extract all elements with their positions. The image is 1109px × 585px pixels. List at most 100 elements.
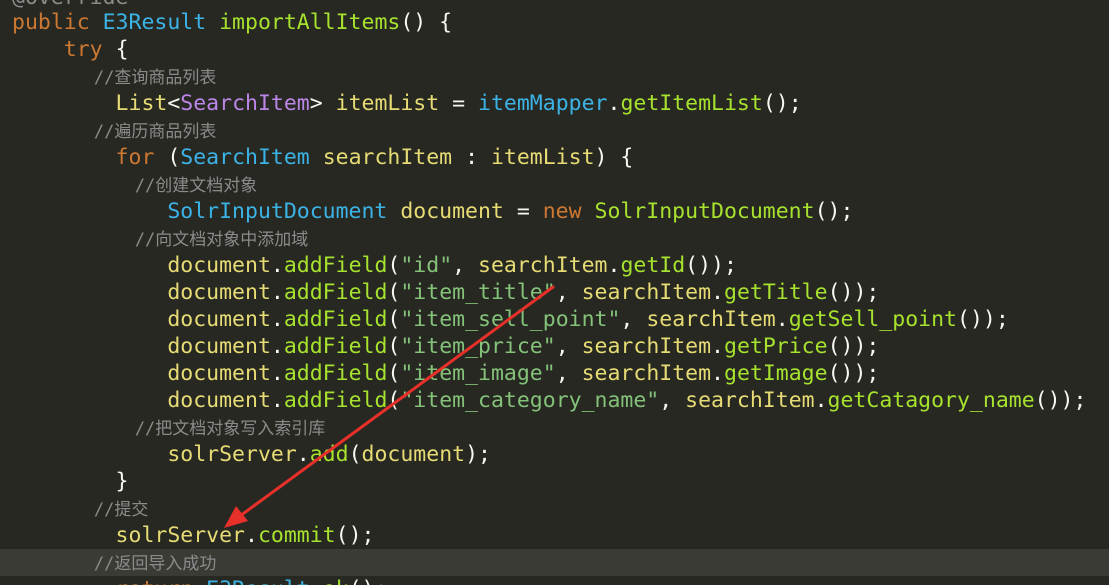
code-token: , [555,334,582,359]
code-token: "item_price" [400,334,556,359]
code-token: . [270,253,284,278]
code-token: . [270,280,284,305]
code-line: document.addField("item_title", searchIt… [12,279,879,306]
code-token: "item_category_name" [400,388,660,413]
code-token: ( [387,280,401,305]
code-token: ( [387,307,401,332]
code-token: addField [283,253,388,278]
code-comment: //返回导入成功 [12,554,217,574]
code-token: List [12,91,168,116]
code-token: , [555,361,582,386]
code-line: for (SearchItem searchItem : itemList) { [12,144,634,171]
code-line: List<SearchItem> itemList = itemMapper.g… [12,90,802,117]
code-token: E3Result [206,577,310,585]
code-token: itemList [335,91,453,116]
code-token: . [310,577,323,585]
code-token: (); [335,523,375,548]
code-line: } [12,468,129,495]
code-token: document [400,199,517,224]
code-token: ( [167,145,181,170]
code-token: add [309,442,349,467]
code-token: . [296,442,310,467]
code-token: E3Result [102,10,220,35]
code-token: itemList [490,145,595,170]
code-token: try [12,37,116,62]
code-line: //创建文档对象 [12,171,257,198]
code-token: ()); [827,361,880,386]
code-token: . [711,361,724,386]
code-token: addField [283,280,388,305]
code-token: , [452,253,479,278]
code-line: solrServer.commit(); [12,522,375,549]
code-token: . [775,307,789,332]
code-token: . [270,361,284,386]
code-token: searchItem [581,361,712,386]
code-token: ( [348,442,362,467]
code-token: . [270,334,284,359]
code-line: public E3Result importAllItems() { [12,9,452,36]
code-token: ()); [1034,388,1087,413]
code-token: getImage [724,361,828,386]
code-token: SearchItem [180,145,323,170]
code-comment: //提交 [12,500,149,520]
code-token: . [245,523,258,548]
code-token: SearchItem [180,91,310,116]
code-token: . [270,307,284,332]
code-token: ( [387,334,401,359]
code-token: (); [814,199,854,224]
code-token: addField [283,334,388,359]
code-token: addField [283,361,388,386]
code-token: addField [283,307,388,332]
code-comment: //向文档对象中添加域 [12,230,309,250]
code-token: return [12,577,206,585]
code-token: document [12,307,271,332]
code-token: document [12,280,271,305]
code-token: getPrice [724,334,828,359]
code-token: = [516,199,543,224]
code-token: < [167,91,181,116]
code-line: try { [12,36,129,63]
code-token: ()); [827,280,880,305]
code-line: return E3Result.ok(); [12,576,388,585]
code-line: //向文档对象中添加域 [12,225,308,252]
code-token: searchItem [685,388,815,413]
code-token: addField [283,388,388,413]
code-token: , [620,307,647,332]
code-comment: //查询商品列表 [12,68,217,88]
code-token: solrServer [12,523,245,548]
code-token: searchItem [646,307,776,332]
code-comment: //把文档对象写入索引库 [12,419,326,439]
code-line: //提交 [12,495,148,522]
code-token: searchItem [581,280,712,305]
code-token: getItemList [620,91,763,116]
code-token: getCatagory_name [827,388,1035,413]
code-token: ( [387,253,401,278]
code-token: document [12,334,271,359]
code-token: solrServer [12,442,297,467]
code-token: ()); [685,253,737,278]
code-token: { [115,37,129,62]
code-token: searchItem [322,145,466,170]
code-token: itemMapper [478,91,608,116]
code-token: document [361,442,466,467]
code-token: commit [257,523,336,548]
code-token: . [270,388,284,413]
code-token: ( [387,388,401,413]
code-token: = [452,91,479,116]
code-token: : [465,145,491,170]
code-token: ()); [957,307,1009,332]
code-token: SolrInputDocument [594,199,815,224]
code-line: document.addField("item_category_name", … [12,387,1086,414]
code-line: document.addField("id", searchItem.getId… [12,252,737,279]
code-token: getTitle [724,280,828,305]
code-token: () { [400,10,453,35]
code-comment: //遍历商品列表 [12,122,217,142]
code-token: . [814,388,828,413]
code-line: document.addField("item_sell_point", sea… [12,306,1009,333]
code-token: new [542,199,595,224]
code-token: (); [349,577,388,585]
code-token: ok [323,577,349,585]
code-token: , [555,280,582,305]
code-editor[interactable]: @Override public E3Result importAllItems… [0,0,1109,585]
code-line: solrServer.add(document); [12,441,491,468]
